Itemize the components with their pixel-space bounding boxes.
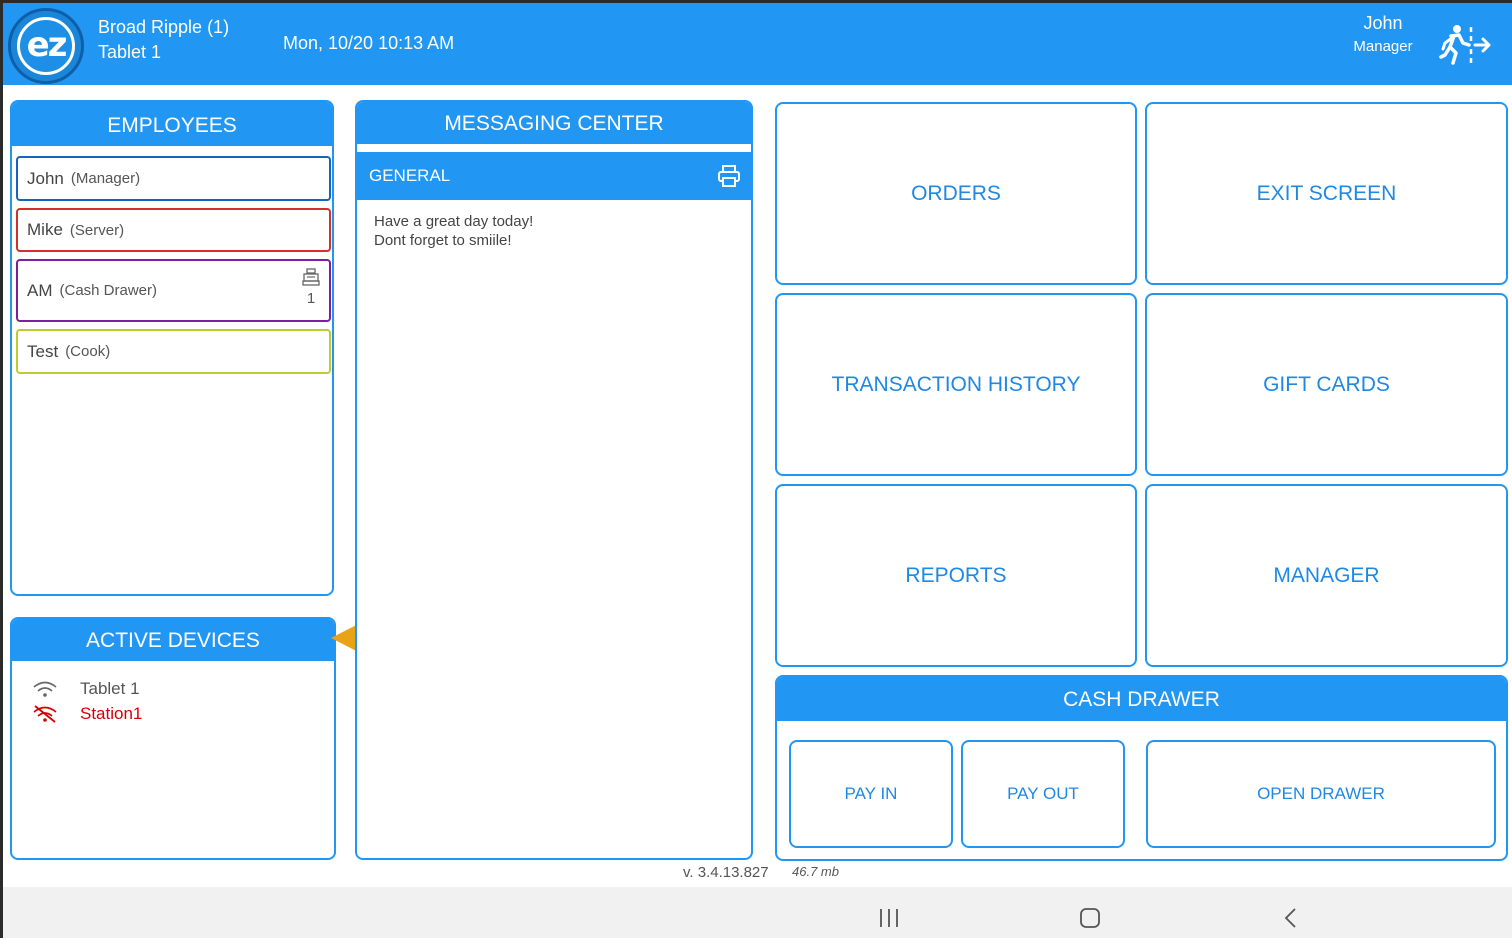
pay-out-label: PAY OUT	[1007, 784, 1079, 803]
wifi-off-icon	[33, 705, 57, 723]
device-name: Tablet 1	[98, 42, 162, 62]
cash-drawer-panel: CASH DRAWER PAY IN PAY OUT OPEN DRAWER	[775, 675, 1508, 861]
employee-item-john[interactable]: John (Manager)	[16, 156, 331, 201]
employee-name: Mike	[27, 220, 63, 239]
device-name: Tablet 1	[80, 679, 140, 698]
app-frame: ez Broad Ripple (1) Tablet 1 Mon, 10/20 …	[0, 0, 1512, 938]
manager-button[interactable]: MANAGER	[1145, 484, 1508, 667]
cash-drawer-badge: 1	[301, 268, 321, 307]
system-nav-bar	[3, 887, 1512, 938]
back-icon[interactable]	[1279, 907, 1303, 929]
current-user: John Manager	[1333, 12, 1433, 58]
employee-role: (Cook)	[65, 343, 111, 360]
manager-label: MANAGER	[1273, 563, 1380, 587]
employee-name: AM	[27, 280, 53, 300]
exit-screen-button[interactable]: EXIT SCREEN	[1145, 102, 1508, 285]
message-line: Dont forget to smiile!	[374, 232, 512, 249]
employees-title: EMPLOYEES	[12, 102, 332, 146]
logo-text: ez	[26, 24, 68, 65]
user-name: John	[1363, 13, 1403, 33]
memory-usage: 46.7 mb	[792, 864, 839, 879]
orders-label: ORDERS	[911, 181, 1001, 205]
ez-logo: ez	[8, 8, 84, 84]
active-devices-panel: ACTIVE DEVICES Tablet 1 Station1	[10, 617, 336, 860]
employee-role: (Server)	[69, 221, 125, 239]
device-row-station: Station1	[32, 704, 142, 724]
pay-out-button[interactable]: PAY OUT	[961, 740, 1125, 848]
transaction-history-button[interactable]: TRANSACTION HISTORY	[775, 293, 1137, 476]
open-drawer-button[interactable]: OPEN DRAWER	[1146, 740, 1496, 848]
wifi-icon	[33, 681, 57, 697]
open-drawer-label: OPEN DRAWER	[1257, 784, 1385, 803]
employee-item-mike[interactable]: Mike (Server)	[16, 208, 331, 252]
reports-label: REPORTS	[905, 563, 1007, 587]
messaging-center-title: MESSAGING CENTER	[357, 102, 751, 144]
active-devices-title: ACTIVE DEVICES	[12, 619, 334, 661]
employee-name: John	[27, 168, 64, 188]
location-name: Broad Ripple (1)	[98, 17, 230, 37]
cash-drawer-title: CASH DRAWER	[777, 677, 1506, 721]
home-icon[interactable]	[1078, 907, 1102, 929]
device-row-tablet: Tablet 1	[32, 679, 140, 699]
orders-button[interactable]: ORDERS	[775, 102, 1137, 285]
recent-apps-icon[interactable]	[877, 907, 901, 929]
employee-name: Test	[27, 341, 59, 361]
cash-register-icon	[302, 268, 320, 286]
messaging-center-panel: MESSAGING CENTER GENERAL Have a great da…	[355, 100, 753, 860]
employee-item-test[interactable]: Test (Cook)	[16, 329, 331, 374]
reports-button[interactable]: REPORTS	[775, 484, 1137, 667]
device-name: Station1	[80, 704, 143, 723]
employee-item-am[interactable]: AM (Cash Drawer) 1	[16, 259, 331, 322]
message-line: Have a great day today!	[374, 213, 534, 230]
gift-cards-button[interactable]: GIFT CARDS	[1145, 293, 1508, 476]
user-role: Manager	[1353, 38, 1413, 55]
pay-in-label: PAY IN	[844, 784, 898, 803]
app-version: v. 3.4.13.827	[683, 864, 769, 881]
drawer-number: 1	[306, 290, 316, 307]
employee-role: (Cash Drawer)	[59, 282, 158, 299]
top-bar: ez Broad Ripple (1) Tablet 1 Mon, 10/20 …	[3, 3, 1512, 85]
pay-in-button[interactable]: PAY IN	[789, 740, 953, 848]
message-body: Have a great day today! Dont forget to s…	[374, 212, 533, 250]
location-info: Broad Ripple (1) Tablet 1	[98, 15, 229, 65]
current-datetime: Mon, 10/20 10:13 AM	[283, 33, 455, 53]
employee-role: (Manager)	[70, 170, 141, 187]
exit-person-icon	[1439, 25, 1491, 65]
message-channel-bar: GENERAL	[357, 152, 751, 200]
employees-panel: EMPLOYEES John (Manager) Mike (Server) A…	[10, 100, 334, 596]
print-icon[interactable]	[717, 164, 741, 188]
transaction-history-label: TRANSACTION HISTORY	[831, 372, 1081, 396]
exit-screen-label: EXIT SCREEN	[1256, 181, 1397, 205]
logout-button[interactable]	[1439, 23, 1491, 67]
gift-cards-label: GIFT CARDS	[1263, 372, 1390, 396]
channel-name: GENERAL	[369, 166, 451, 185]
